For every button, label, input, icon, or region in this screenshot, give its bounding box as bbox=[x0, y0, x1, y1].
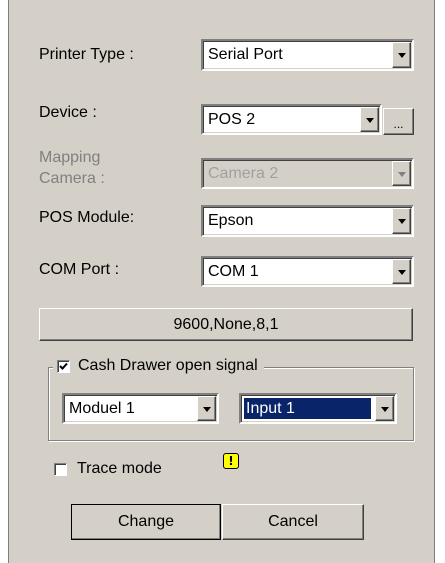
com-port-value: COM 1 bbox=[208, 262, 259, 280]
cash-drawer-legend: Cash Drawer open signal bbox=[53, 355, 264, 377]
checkmark-icon bbox=[59, 362, 68, 370]
pos-module-value: Epson bbox=[208, 212, 254, 229]
printer-type-label: Printer Type : bbox=[39, 46, 134, 63]
cancel-button-label: Cancel bbox=[268, 513, 318, 530]
device-browse-button[interactable]: ... bbox=[383, 108, 414, 135]
chevron-down-icon[interactable] bbox=[197, 396, 216, 421]
device-label: Device : bbox=[39, 104, 97, 121]
chevron-down-icon[interactable] bbox=[375, 396, 394, 421]
printer-type-value: Serial Port bbox=[208, 46, 283, 63]
device-value: POS 2 bbox=[208, 110, 256, 128]
com-port-select[interactable]: COM 1 bbox=[201, 256, 414, 287]
serial-settings-label: 9600,None,8,1 bbox=[173, 315, 279, 333]
trace-mode-label: Trace mode bbox=[77, 460, 162, 477]
cash-drawer-module-select[interactable]: Moduel 1 bbox=[62, 393, 219, 424]
change-button[interactable]: Change bbox=[71, 504, 221, 540]
ellipsis-label: ... bbox=[393, 117, 404, 131]
mapping-camera-value: Camera 2 bbox=[208, 164, 279, 182]
chevron-down-icon[interactable] bbox=[392, 259, 411, 284]
cancel-button[interactable]: Cancel bbox=[222, 504, 364, 540]
pos-module-select[interactable]: Epson bbox=[201, 205, 414, 237]
serial-settings-button[interactable]: 9600,None,8,1 bbox=[39, 308, 413, 341]
change-button-label: Change bbox=[117, 513, 175, 530]
trace-mode-checkbox[interactable] bbox=[54, 463, 67, 476]
chevron-down-icon[interactable] bbox=[360, 107, 379, 132]
cash-drawer-label: Cash Drawer open signal bbox=[78, 357, 258, 374]
pos-module-label: POS Module: bbox=[39, 209, 135, 226]
mapping-camera-select: Camera 2 bbox=[201, 158, 414, 189]
mapping-camera-label-line2: Camera : bbox=[39, 170, 105, 187]
com-port-label: COM Port : bbox=[39, 261, 120, 278]
printer-type-select[interactable]: Serial Port bbox=[201, 39, 414, 71]
chevron-down-icon[interactable] bbox=[392, 42, 411, 68]
device-select[interactable]: POS 2 bbox=[201, 104, 382, 135]
chevron-down-icon bbox=[392, 161, 411, 186]
cash-drawer-input-value: Input 1 bbox=[246, 399, 295, 417]
cash-drawer-input-highlight: Input 1 bbox=[244, 398, 371, 419]
mapping-camera-label-line1: Mapping bbox=[39, 149, 101, 166]
chevron-down-icon[interactable] bbox=[392, 208, 411, 234]
cash-drawer-module-value: Moduel 1 bbox=[69, 399, 135, 417]
warning-icon: ! bbox=[223, 453, 239, 469]
cash-drawer-input-select[interactable]: Input 1 bbox=[239, 393, 397, 424]
cash-drawer-checkbox[interactable] bbox=[57, 359, 70, 373]
printer-settings-dialog: Printer Type : Serial Port Device : POS … bbox=[8, 0, 435, 563]
